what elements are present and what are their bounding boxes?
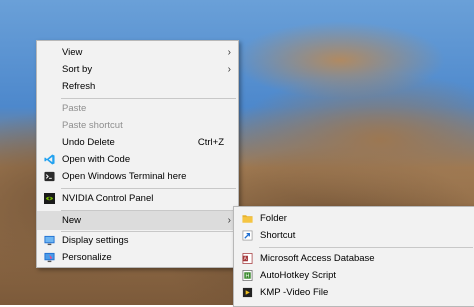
menu-item-personalize[interactable]: Personalize xyxy=(37,249,238,266)
menu-separator xyxy=(61,188,236,189)
menu-item-label: Open with Code xyxy=(62,154,131,165)
menu-item-open-with-code[interactable]: Open with Code xyxy=(37,151,238,168)
menu-item-label: Sort by xyxy=(62,64,93,75)
submenu-item-folder[interactable]: Folder xyxy=(234,210,474,227)
menu-item-label: View xyxy=(62,47,83,58)
terminal-icon xyxy=(44,171,55,182)
menu-item-display-settings[interactable]: Display settings xyxy=(37,232,238,249)
folder-icon xyxy=(242,215,253,223)
svg-text:H: H xyxy=(245,274,249,280)
personalize-icon xyxy=(44,252,55,263)
chevron-right-icon: › xyxy=(227,64,231,75)
menu-item-new[interactable]: New › xyxy=(37,211,238,230)
kmp-video-icon xyxy=(242,287,253,298)
submenu-item-kmp-video-file[interactable]: KMP -Video File xyxy=(234,284,474,301)
menu-item-label: Paste xyxy=(62,103,87,114)
autohotkey-icon: H xyxy=(242,270,253,281)
nvidia-icon xyxy=(44,193,55,204)
menu-item-label: Refresh xyxy=(62,81,96,92)
menu-separator xyxy=(259,247,473,248)
menu-item-nvidia-control-panel[interactable]: NVIDIA Control Panel xyxy=(37,190,238,207)
keyboard-shortcut: Ctrl+Z xyxy=(197,137,224,148)
submenu-item-access-database[interactable]: A Microsoft Access Database xyxy=(234,250,474,267)
new-submenu: Folder Shortcut A Microsoft Access Datab… xyxy=(233,206,474,307)
submenu-item-autohotkey-script[interactable]: H AutoHotkey Script xyxy=(234,267,474,284)
menu-item-label: Shortcut xyxy=(260,230,296,241)
menu-item-open-windows-terminal[interactable]: Open Windows Terminal here xyxy=(37,168,238,185)
menu-item-label: KMP -Video File xyxy=(260,287,329,298)
menu-item-label: AutoHotkey Script xyxy=(260,270,337,281)
menu-item-label: Open Windows Terminal here xyxy=(62,171,187,182)
menu-item-label: Personalize xyxy=(62,252,112,263)
display-icon xyxy=(44,235,55,246)
menu-item-label: Paste shortcut xyxy=(62,120,123,131)
menu-separator xyxy=(61,98,236,99)
menu-item-label: NVIDIA Control Panel xyxy=(62,193,154,204)
menu-item-refresh[interactable]: Refresh xyxy=(37,78,238,95)
desktop-context-menu: View › Sort by › Refresh Paste Paste sho… xyxy=(36,40,239,268)
shortcut-icon xyxy=(242,230,253,241)
chevron-right-icon: › xyxy=(227,215,231,226)
menu-item-label: Microsoft Access Database xyxy=(260,253,375,264)
menu-item-view[interactable]: View › xyxy=(37,44,238,61)
menu-item-paste: Paste xyxy=(37,100,238,117)
vscode-icon xyxy=(44,154,55,165)
chevron-right-icon: › xyxy=(227,47,231,58)
menu-item-label: Display settings xyxy=(62,235,129,246)
menu-item-label: Undo Delete xyxy=(62,137,115,148)
menu-item-sort-by[interactable]: Sort by › xyxy=(37,61,238,78)
menu-item-paste-shortcut: Paste shortcut xyxy=(37,117,238,134)
menu-item-undo-delete[interactable]: Undo Delete Ctrl+Z xyxy=(37,134,238,151)
menu-item-label: Folder xyxy=(260,213,287,224)
access-icon: A xyxy=(242,253,253,264)
submenu-item-shortcut[interactable]: Shortcut xyxy=(234,227,474,244)
menu-item-label: New xyxy=(62,215,82,226)
